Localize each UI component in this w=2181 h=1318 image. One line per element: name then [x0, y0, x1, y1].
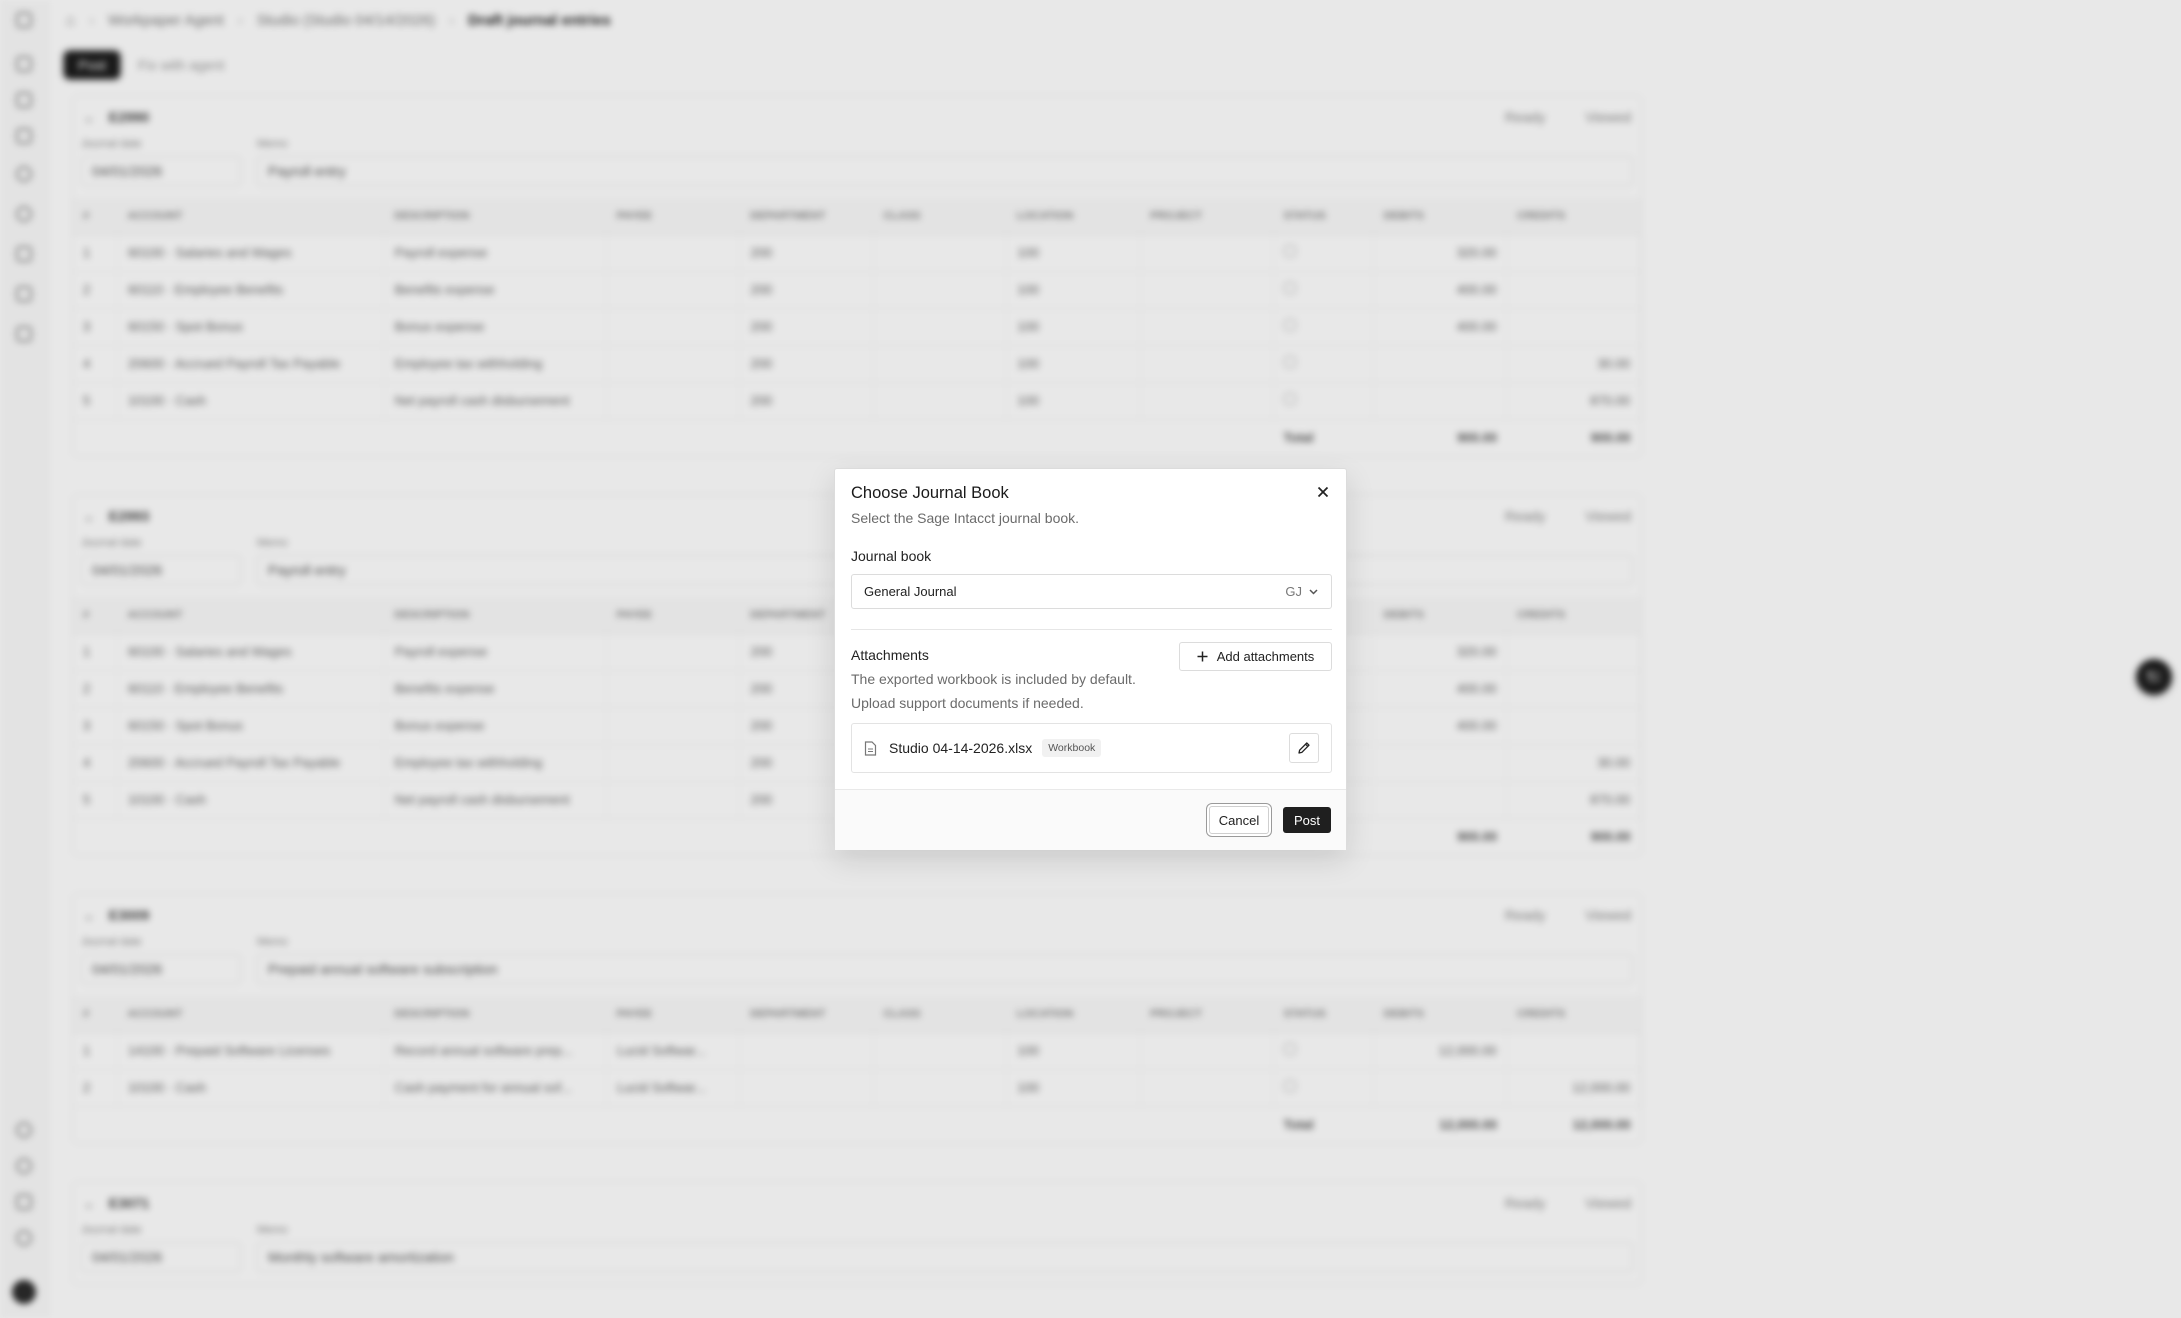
journal-book-value: General Journal: [864, 584, 957, 599]
journal-book-code: GJ: [1285, 584, 1302, 599]
workbook-badge: Workbook: [1042, 739, 1102, 757]
attachments-label: Attachments: [851, 647, 929, 663]
attachments-desc-line: The exported workbook is included by def…: [851, 671, 1136, 687]
plus-icon: [1197, 651, 1208, 662]
dialog-subtitle: Select the Sage Intacct journal book.: [851, 510, 1080, 526]
post-button[interactable]: Post: [1283, 807, 1331, 833]
attachments-description: The exported workbook is included by def…: [851, 667, 1181, 715]
edit-attachment-button[interactable]: [1289, 733, 1319, 763]
chevron-down-icon: [1308, 586, 1319, 597]
pencil-icon: [1298, 742, 1310, 754]
close-button[interactable]: [1314, 483, 1332, 501]
attachment-item: Studio 04-14-2026.xlsx Workbook: [851, 723, 1332, 773]
file-icon: [864, 740, 877, 756]
divider: [851, 629, 1332, 630]
dialog-footer: [835, 789, 1346, 850]
close-icon: [1317, 486, 1329, 498]
journal-book-select[interactable]: General Journal GJ: [851, 574, 1332, 609]
cancel-button[interactable]: Cancel: [1209, 806, 1269, 834]
attachment-file-name: Studio 04-14-2026.xlsx: [889, 740, 1033, 756]
attachments-desc-line: Upload support documents if needed.: [851, 695, 1084, 711]
journal-book-label: Journal book: [851, 548, 932, 564]
add-attachments-button[interactable]: Add attachments: [1179, 642, 1332, 671]
add-attachments-label: Add attachments: [1216, 649, 1315, 664]
dialog-title: Choose Journal Book: [851, 484, 1009, 502]
choose-journal-book-dialog: Choose Journal Book Select the Sage Inta…: [834, 468, 1347, 850]
